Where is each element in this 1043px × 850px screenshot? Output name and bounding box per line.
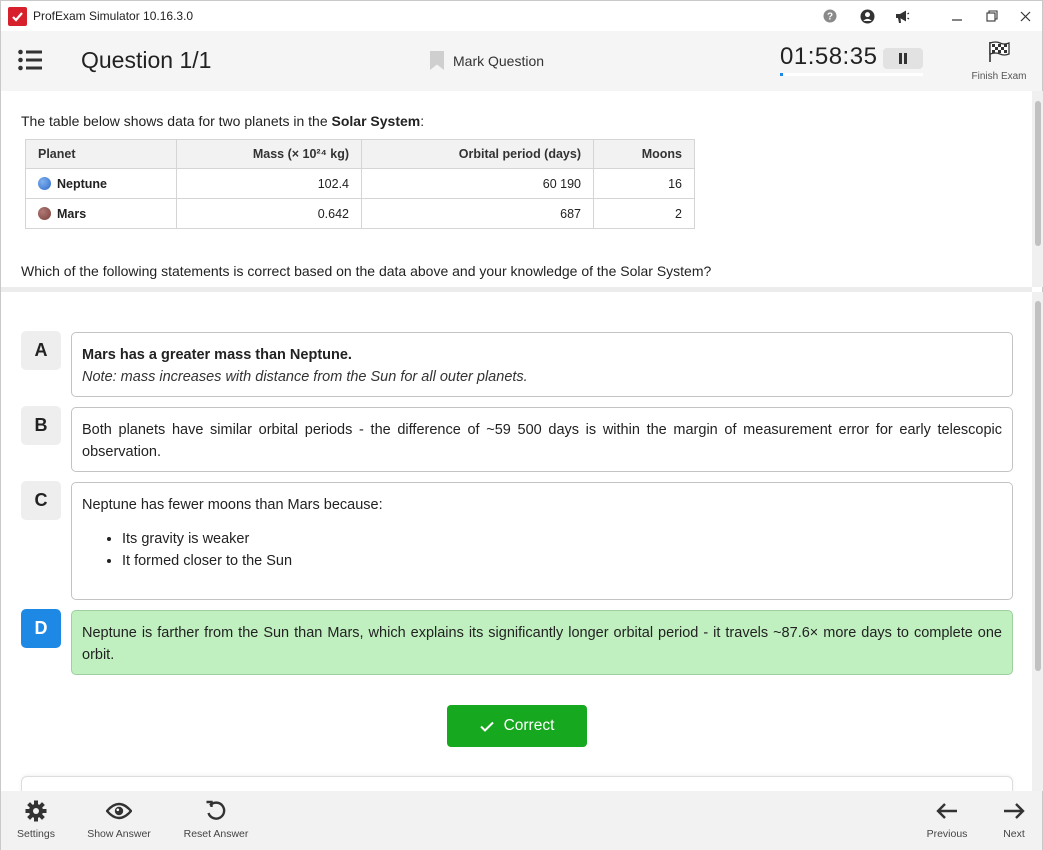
app-window: ProfExam Simulator 10.16.3.0 ? Question … [0, 0, 1043, 850]
mass-cell: 102.4 [176, 168, 362, 199]
column-header: Mass (× 10²⁴ kg) [176, 139, 362, 169]
table-row: Neptune 102.4 60 190 16 [25, 168, 695, 199]
question-prompt: Which of the following statements is cor… [21, 263, 712, 279]
mass-cell: 0.642 [176, 198, 362, 229]
next-label: Next [1003, 828, 1025, 840]
answers-panel: A Mars has a greater mass than Neptune. … [1, 292, 1032, 796]
app-logo-icon [8, 7, 27, 26]
planet-data-table: Planet Mass (× 10²⁴ kg) Orbital period (… [25, 139, 695, 229]
pause-icon [899, 53, 907, 64]
mars-planet-icon [38, 206, 51, 220]
question-panel: The table below shows data for two plane… [1, 91, 1032, 287]
mark-question-button[interactable]: Mark Question [429, 50, 544, 71]
account-icon[interactable] [859, 8, 875, 24]
reset-answer-label: Reset Answer [183, 828, 249, 840]
restore-icon[interactable] [977, 5, 1007, 27]
menu-list-icon[interactable] [17, 47, 45, 73]
previous-button[interactable]: Previous [922, 797, 972, 840]
reset-icon [206, 800, 226, 820]
neptune-planet-icon [38, 176, 51, 190]
timer-progress-bar [780, 73, 923, 76]
bookmark-icon [430, 51, 444, 70]
question-scroll-thumb[interactable] [1035, 101, 1041, 246]
arrow-right-icon [1004, 803, 1025, 819]
planet-name: Mars [57, 206, 87, 221]
option-d-text: Neptune is farther from the Sun than Mar… [82, 625, 1002, 663]
column-header: Orbital period (days) [361, 139, 594, 169]
exam-header: Question 1/1 Mark Question 01:58:35 Fini… [1, 31, 1042, 91]
option-a-letter[interactable]: A [21, 331, 61, 370]
timer-progress-fill [780, 73, 783, 76]
option-b-letter[interactable]: B [21, 406, 61, 445]
next-button[interactable]: Next [992, 797, 1036, 840]
show-answer-button[interactable]: Show Answer [81, 797, 157, 840]
option-d-letter[interactable]: D [21, 609, 61, 648]
reset-answer-button[interactable]: Reset Answer [176, 797, 256, 840]
answers-scroll-thumb[interactable] [1035, 301, 1041, 671]
option-c-list: Its gravity is weaker It formed closer t… [122, 528, 1002, 572]
help-icon[interactable]: ? [822, 8, 838, 24]
exam-timer: 01:58:35 [780, 43, 878, 70]
previous-label: Previous [926, 828, 968, 840]
period-cell: 687 [361, 198, 594, 229]
title-bar: ProfExam Simulator 10.16.3.0 ? [1, 1, 1042, 31]
option-b[interactable]: Both planets have similar orbital period… [71, 407, 1013, 472]
arrow-left-icon [936, 803, 957, 819]
correct-result-button[interactable]: Correct [447, 705, 587, 747]
settings-label: Settings [17, 828, 55, 840]
option-d[interactable]: Neptune is farther from the Sun than Mar… [71, 610, 1013, 675]
intro-end: : [420, 113, 425, 129]
option-c-letter[interactable]: C [21, 481, 61, 520]
table-row: Mars 0.642 687 2 [25, 198, 695, 229]
planet-cell: Neptune [25, 168, 177, 199]
table-header-row: Planet Mass (× 10²⁴ kg) Orbital period (… [25, 139, 695, 169]
option-c[interactable]: Neptune has fewer moons than Mars becaus… [71, 482, 1013, 600]
footer-toolbar: Settings Show Answer Reset Answer Previo… [1, 791, 1042, 850]
correct-label: Correct [503, 717, 555, 734]
eye-icon [106, 802, 132, 820]
option-a[interactable]: Mars has a greater mass than Neptune. No… [71, 332, 1013, 397]
window-title: ProfExam Simulator 10.16.3.0 [33, 9, 194, 23]
question-title: Question 1/1 [81, 47, 212, 73]
check-icon [479, 721, 494, 732]
intro-text: The table below shows data for two plane… [21, 113, 332, 129]
column-header: Moons [593, 139, 695, 169]
intro-bold: Solar System [331, 113, 421, 129]
finish-exam-button[interactable]: Finish Exam [963, 41, 1035, 82]
option-b-text: Both planets have similar orbital period… [82, 422, 1002, 460]
list-item: Its gravity is weaker [122, 528, 1002, 550]
gear-icon [25, 800, 47, 822]
settings-button[interactable]: Settings [11, 797, 61, 840]
mark-question-label: Mark Question [453, 52, 545, 69]
svg-text:?: ? [827, 12, 833, 23]
list-item: It formed closer to the Sun [122, 550, 1002, 572]
planet-name: Neptune [57, 176, 107, 191]
moons-cell: 2 [593, 198, 695, 229]
period-cell: 60 190 [361, 168, 594, 199]
planet-cell: Mars [25, 198, 177, 229]
show-answer-label: Show Answer [87, 828, 151, 840]
option-c-text: Neptune has fewer moons than Mars becaus… [82, 497, 383, 513]
announce-icon[interactable] [894, 8, 910, 24]
column-header: Planet [25, 139, 177, 169]
finish-exam-label: Finish Exam [971, 71, 1027, 82]
option-a-main: Mars has a greater mass than Neptune. [82, 347, 352, 363]
finish-flag-icon [989, 41, 1010, 62]
close-icon[interactable] [1010, 5, 1040, 27]
question-intro: The table below shows data for two plane… [21, 113, 424, 129]
minimize-icon[interactable] [942, 5, 972, 27]
pause-button[interactable] [883, 48, 923, 69]
option-a-note: Note: mass increases with distance from … [82, 369, 528, 385]
moons-cell: 16 [593, 168, 695, 199]
